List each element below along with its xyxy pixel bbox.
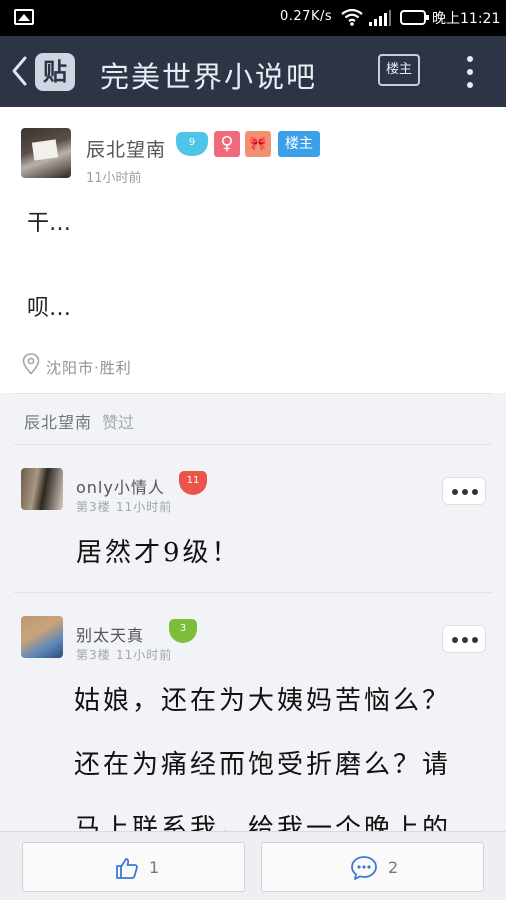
divider	[14, 592, 492, 593]
likes-row: 辰北望南 赞过	[0, 393, 506, 445]
female-badge-icon: ♀	[214, 131, 240, 157]
author-avatar[interactable]	[21, 128, 71, 178]
thumbs-up-icon	[116, 858, 138, 879]
bottom-action-bar: 1 2	[0, 831, 506, 900]
battery-icon	[400, 10, 429, 25]
reply-time: 11小时前	[116, 500, 173, 514]
wifi-icon	[341, 8, 363, 26]
reply-floor: 第3楼	[76, 648, 111, 662]
reply-text-line: 居然才9级！	[76, 538, 241, 568]
divider	[14, 444, 492, 445]
comment-count: 2	[388, 858, 399, 877]
reply-author-name[interactable]: 别太天真	[76, 622, 144, 646]
reply-avatar[interactable]	[21, 468, 63, 510]
bow-badge-icon: 🎀	[245, 131, 271, 157]
network-speed: 0.27K/s	[280, 9, 333, 24]
reply-text-line: 还在为痛经而饱受折磨么？请	[74, 750, 452, 780]
likes-label: 赞过	[102, 413, 135, 432]
like-button[interactable]: 1	[22, 842, 245, 892]
post-body-line: 干…	[27, 211, 72, 236]
post-body-line: 呗…	[27, 296, 72, 321]
owner-badge: 楼主	[278, 131, 320, 157]
only-owner-button[interactable]: 楼主	[378, 54, 420, 86]
reply-more-button[interactable]	[442, 477, 486, 505]
back-arrow-icon[interactable]	[8, 53, 32, 89]
liker-name[interactable]: 辰北望南	[24, 409, 92, 433]
main-post: 辰北望南 9 ♀ 🎀 楼主 11小时前 干… 呗… 沈阳市·胜利	[0, 107, 506, 393]
more-menu-icon[interactable]	[460, 56, 480, 88]
tieba-logo[interactable]: 贴	[35, 53, 75, 91]
comment-bubble-icon	[351, 856, 377, 880]
level-badge: 11	[179, 471, 207, 495]
post-time: 11小时前	[86, 171, 142, 186]
reply-text-line: 姑娘，还在为大姨妈苦恼么？	[74, 686, 452, 716]
signal-icon	[369, 10, 391, 26]
reply-floor: 第3楼	[76, 500, 111, 514]
level-badge: 9	[176, 132, 208, 156]
forum-title[interactable]: 完美世界小说吧	[100, 54, 317, 96]
author-name[interactable]: 辰北望南	[86, 135, 166, 162]
post-location: 沈阳市·胜利	[46, 359, 132, 377]
reply-more-button[interactable]	[442, 625, 486, 653]
image-notification-icon	[14, 9, 34, 25]
like-count: 1	[149, 858, 160, 877]
status-bar: 0.27K/s 晚上11:21	[0, 0, 506, 36]
comment-button[interactable]: 2	[261, 842, 484, 892]
location-pin-icon	[22, 353, 40, 375]
reply-time: 11小时前	[116, 648, 173, 662]
top-nav-bar: 贴 完美世界小说吧 楼主	[0, 36, 506, 107]
reply-author-name[interactable]: only小情人	[76, 474, 165, 498]
reply-avatar[interactable]	[21, 616, 63, 658]
level-badge: 3	[169, 619, 197, 643]
clock: 晚上11:21	[432, 11, 501, 27]
